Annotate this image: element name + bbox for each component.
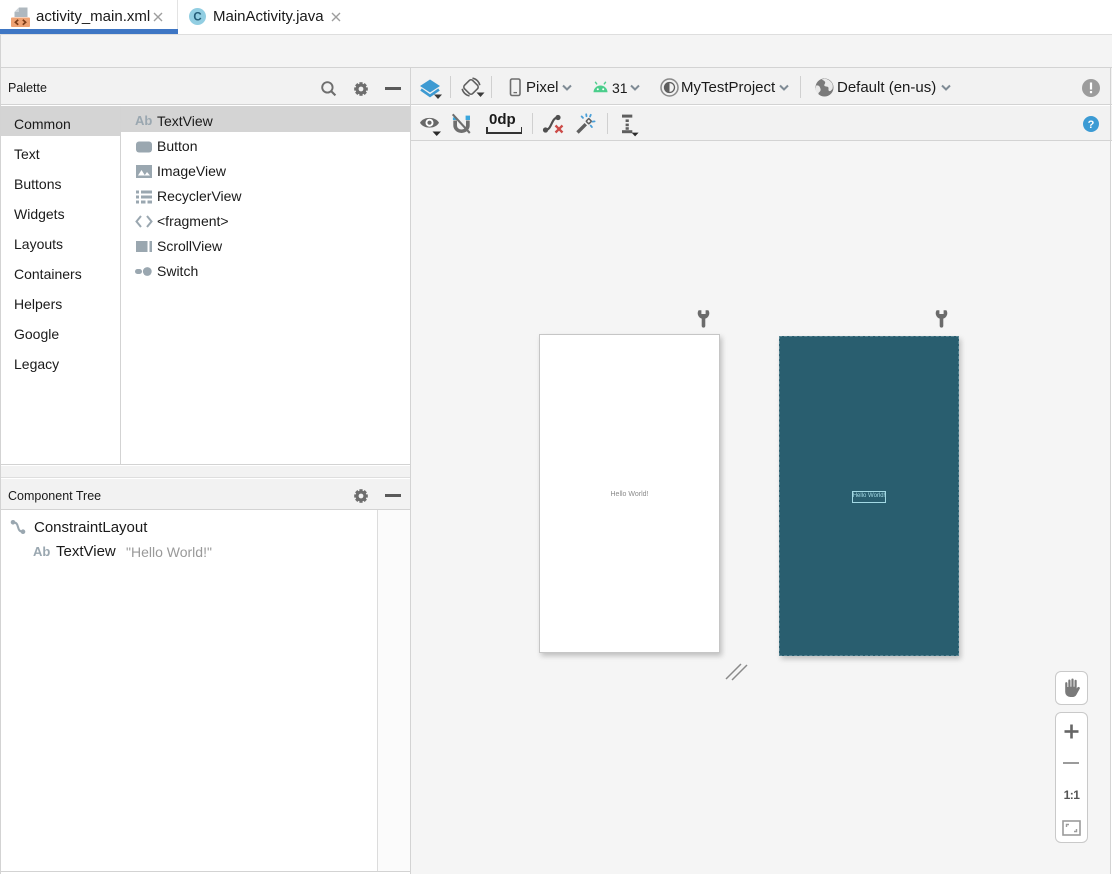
svg-text:C: C — [193, 12, 201, 24]
svg-text:?: ? — [1088, 119, 1095, 131]
